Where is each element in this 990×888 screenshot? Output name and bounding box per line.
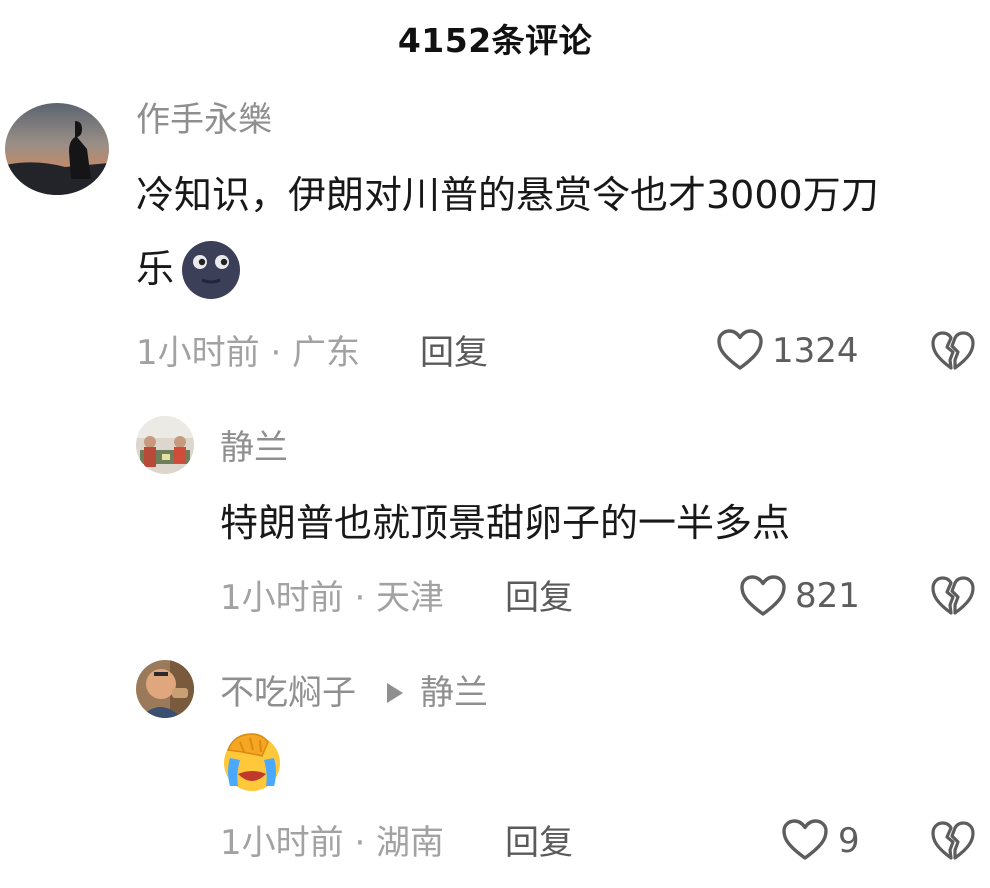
- heart-icon[interactable]: [781, 818, 829, 862]
- reply-button[interactable]: 回复: [505, 823, 573, 863]
- reply-button[interactable]: 回复: [420, 333, 488, 373]
- dislike-broken-heart-icon[interactable]: [930, 330, 976, 372]
- comment-text: 特朗普也就顶景甜卵子的一半多点: [220, 501, 791, 545]
- avatar[interactable]: [5, 103, 109, 195]
- comment-text-end: 乐: [136, 247, 175, 291]
- like-count: 821: [795, 576, 860, 616]
- comment-time-location: 1小时前 · 湖南: [220, 823, 445, 863]
- reply-username[interactable]: 不吃焖子: [220, 673, 356, 713]
- comment-time-location: 1小时前 · 天津: [220, 578, 445, 618]
- like-count: 1324: [772, 331, 859, 371]
- reply-to-arrow-icon: [384, 680, 406, 706]
- comment-username[interactable]: 作手永樂: [136, 100, 272, 140]
- reply-button[interactable]: 回复: [505, 578, 573, 618]
- dislike-broken-heart-icon[interactable]: [930, 820, 976, 862]
- avatar[interactable]: [136, 660, 194, 718]
- heart-icon[interactable]: [716, 328, 764, 372]
- reply-username[interactable]: 静兰: [220, 428, 288, 468]
- dislike-broken-heart-icon[interactable]: [930, 575, 976, 617]
- comment-text: 冷知识，伊朗对川普的悬赏令也才3000万刀: [136, 173, 879, 217]
- reply-to-username[interactable]: 静兰: [420, 673, 488, 713]
- moon-face-emoji-icon: [180, 240, 242, 300]
- comment-text-line2: 乐: [136, 232, 174, 306]
- like-count: 9: [838, 821, 860, 861]
- facepalm-crying-emoji-icon: [220, 730, 284, 792]
- comments-count-title: 4152条评论: [397, 21, 593, 60]
- avatar[interactable]: [136, 416, 194, 474]
- comment-time-location: 1小时前 · 广东: [136, 333, 361, 373]
- heart-icon[interactable]: [739, 574, 787, 618]
